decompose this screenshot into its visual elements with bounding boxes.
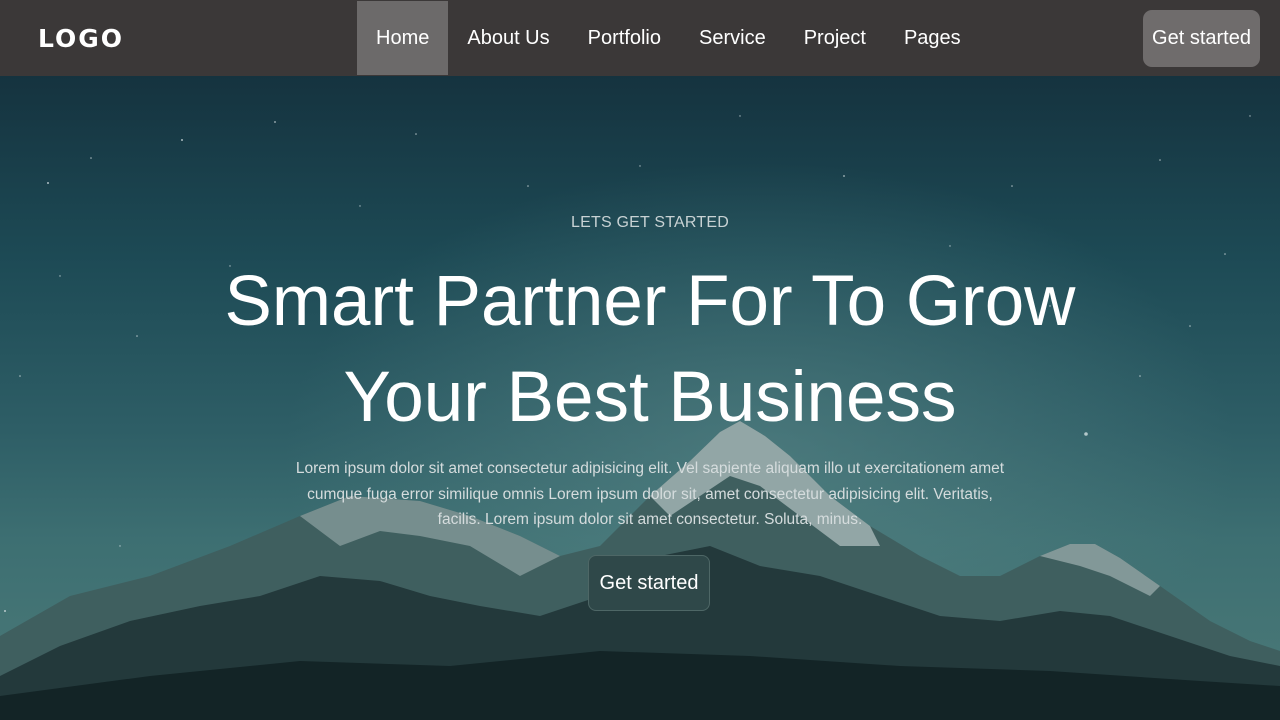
nav-link-service[interactable]: Service [680, 1, 785, 75]
hero-headline-line-2: Your Best Business [343, 358, 957, 437]
nav-link-project[interactable]: Project [785, 1, 885, 75]
nav-link-about-us[interactable]: About Us [448, 1, 568, 75]
hero-get-started-button[interactable]: Get started [588, 555, 710, 611]
navbar: LOGO Home About Us Portfolio Service Pro… [0, 0, 1280, 76]
logo[interactable]: LOGO [38, 24, 124, 53]
nav-link-portfolio[interactable]: Portfolio [569, 1, 680, 75]
nav-link-pages[interactable]: Pages [885, 1, 980, 75]
hero-description: Lorem ipsum dolor sit amet consectetur a… [295, 460, 1005, 528]
nav-links: Home About Us Portfolio Service Project … [357, 1, 980, 75]
hero-headline: Smart Partner For To Grow Your Best Busi… [0, 254, 1280, 446]
hero-eyebrow: LETS GET STARTED [571, 214, 729, 231]
hero-section: LETS GET STARTED Smart Partner For To Gr… [0, 76, 1280, 720]
nav-get-started-button[interactable]: Get started [1143, 10, 1260, 67]
hero-headline-line-1: Smart Partner For To Grow [224, 262, 1076, 341]
hero-content: LETS GET STARTED Smart Partner For To Gr… [0, 76, 1280, 720]
nav-link-home[interactable]: Home [357, 1, 449, 75]
